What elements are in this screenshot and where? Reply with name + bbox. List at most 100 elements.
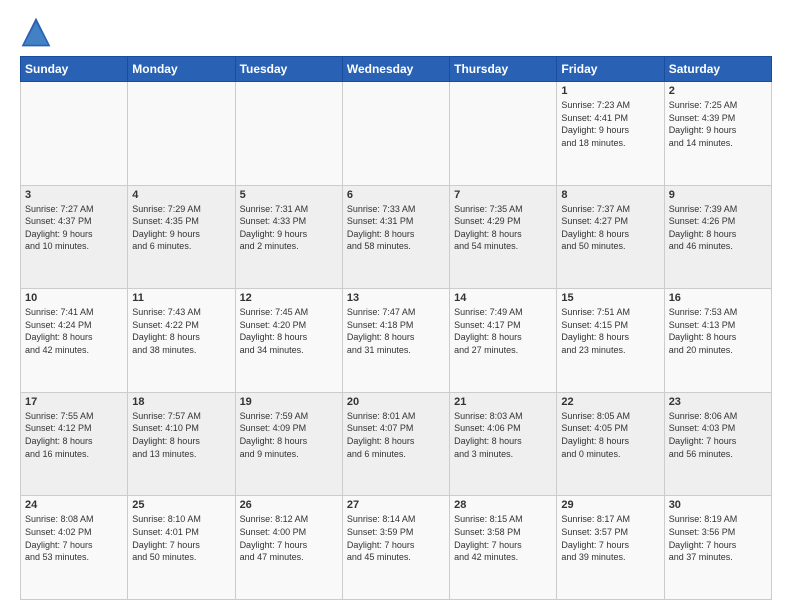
day-info: Sunrise: 7:29 AM Sunset: 4:35 PM Dayligh… <box>132 203 230 253</box>
day-info: Sunrise: 7:59 AM Sunset: 4:09 PM Dayligh… <box>240 410 338 460</box>
day-info: Sunrise: 7:49 AM Sunset: 4:17 PM Dayligh… <box>454 306 552 356</box>
day-number: 6 <box>347 189 445 201</box>
weekday-thursday: Thursday <box>450 57 557 82</box>
day-info: Sunrise: 8:05 AM Sunset: 4:05 PM Dayligh… <box>561 410 659 460</box>
weekday-monday: Monday <box>128 57 235 82</box>
calendar-cell: 2 Sunrise: 7:25 AM Sunset: 4:39 PM Daylig… <box>664 82 771 186</box>
day-number: 28 <box>454 499 552 511</box>
day-number: 18 <box>132 396 230 408</box>
page: SundayMondayTuesdayWednesdayThursdayFrid… <box>0 0 792 612</box>
day-info: Sunrise: 7:31 AM Sunset: 4:33 PM Dayligh… <box>240 203 338 253</box>
day-info: Sunrise: 8:15 AM Sunset: 3:58 PM Dayligh… <box>454 513 552 563</box>
day-info: Sunrise: 7:41 AM Sunset: 4:24 PM Dayligh… <box>25 306 123 356</box>
day-info: Sunrise: 8:12 AM Sunset: 4:00 PM Dayligh… <box>240 513 338 563</box>
day-info: Sunrise: 7:27 AM Sunset: 4:37 PM Dayligh… <box>25 203 123 253</box>
calendar-cell <box>128 82 235 186</box>
day-number: 15 <box>561 292 659 304</box>
day-info: Sunrise: 7:39 AM Sunset: 4:26 PM Dayligh… <box>669 203 767 253</box>
day-info: Sunrise: 7:47 AM Sunset: 4:18 PM Dayligh… <box>347 306 445 356</box>
day-number: 7 <box>454 189 552 201</box>
day-info: Sunrise: 7:43 AM Sunset: 4:22 PM Dayligh… <box>132 306 230 356</box>
day-info: Sunrise: 7:51 AM Sunset: 4:15 PM Dayligh… <box>561 306 659 356</box>
calendar-cell: 29Sunrise: 8:17 AM Sunset: 3:57 PM Dayli… <box>557 496 664 600</box>
day-number: 26 <box>240 499 338 511</box>
day-info: Sunrise: 8:14 AM Sunset: 3:59 PM Dayligh… <box>347 513 445 563</box>
calendar-cell: 6 Sunrise: 7:33 AM Sunset: 4:31 PM Daylig… <box>342 185 449 289</box>
day-info: Sunrise: 8:06 AM Sunset: 4:03 PM Dayligh… <box>669 410 767 460</box>
weekday-tuesday: Tuesday <box>235 57 342 82</box>
calendar-cell: 11 Sunrise: 7:43 AM Sunset: 4:22 PM Dayli… <box>128 289 235 393</box>
calendar-cell: 8 Sunrise: 7:37 AM Sunset: 4:27 PM Daylig… <box>557 185 664 289</box>
calendar-cell: 14Sunrise: 7:49 AM Sunset: 4:17 PM Dayli… <box>450 289 557 393</box>
calendar-cell: 27 Sunrise: 8:14 AM Sunset: 3:59 PM Dayli… <box>342 496 449 600</box>
weekday-wednesday: Wednesday <box>342 57 449 82</box>
week-row-2: 3 Sunrise: 7:27 AM Sunset: 4:37 PM Daylig… <box>21 185 772 289</box>
day-info: Sunrise: 7:25 AM Sunset: 4:39 PM Dayligh… <box>669 99 767 149</box>
calendar-cell <box>235 82 342 186</box>
day-number: 9 <box>669 189 767 201</box>
week-row-5: 24 Sunrise: 8:08 AM Sunset: 4:02 PM Dayli… <box>21 496 772 600</box>
day-info: Sunrise: 7:23 AM Sunset: 4:41 PM Dayligh… <box>561 99 659 149</box>
calendar-cell: 22 Sunrise: 8:05 AM Sunset: 4:05 PM Dayli… <box>557 392 664 496</box>
calendar-cell: 23 Sunrise: 8:06 AM Sunset: 4:03 PM Dayli… <box>664 392 771 496</box>
day-number: 22 <box>561 396 659 408</box>
calendar-cell: 20 Sunrise: 8:01 AM Sunset: 4:07 PM Dayli… <box>342 392 449 496</box>
day-info: Sunrise: 8:08 AM Sunset: 4:02 PM Dayligh… <box>25 513 123 563</box>
weekday-saturday: Saturday <box>664 57 771 82</box>
day-info: Sunrise: 7:57 AM Sunset: 4:10 PM Dayligh… <box>132 410 230 460</box>
day-number: 8 <box>561 189 659 201</box>
calendar-cell: 9 Sunrise: 7:39 AM Sunset: 4:26 PM Daylig… <box>664 185 771 289</box>
day-info: Sunrise: 8:03 AM Sunset: 4:06 PM Dayligh… <box>454 410 552 460</box>
day-info: Sunrise: 8:01 AM Sunset: 4:07 PM Dayligh… <box>347 410 445 460</box>
calendar-cell: 4 Sunrise: 7:29 AM Sunset: 4:35 PM Daylig… <box>128 185 235 289</box>
calendar-cell: 10 Sunrise: 7:41 AM Sunset: 4:24 PM Dayli… <box>21 289 128 393</box>
calendar-cell: 13 Sunrise: 7:47 AM Sunset: 4:18 PM Dayli… <box>342 289 449 393</box>
weekday-header-row: SundayMondayTuesdayWednesdayThursdayFrid… <box>21 57 772 82</box>
calendar-cell: 18 Sunrise: 7:57 AM Sunset: 4:10 PM Dayli… <box>128 392 235 496</box>
day-number: 19 <box>240 396 338 408</box>
logo-icon <box>20 16 52 48</box>
calendar-cell: 28 Sunrise: 8:15 AM Sunset: 3:58 PM Dayli… <box>450 496 557 600</box>
day-number: 12 <box>240 292 338 304</box>
day-number: 4 <box>132 189 230 201</box>
day-number: 27 <box>347 499 445 511</box>
calendar-cell: 15 Sunrise: 7:51 AM Sunset: 4:15 PM Dayli… <box>557 289 664 393</box>
day-number: 1 <box>561 85 659 97</box>
day-number: 10 <box>25 292 123 304</box>
day-number: 3 <box>25 189 123 201</box>
day-number: 23 <box>669 396 767 408</box>
day-info: Sunrise: 7:33 AM Sunset: 4:31 PM Dayligh… <box>347 203 445 253</box>
day-number: 20 <box>347 396 445 408</box>
calendar-cell: 16Sunrise: 7:53 AM Sunset: 4:13 PM Dayli… <box>664 289 771 393</box>
calendar-cell: 12 Sunrise: 7:45 AM Sunset: 4:20 PM Dayli… <box>235 289 342 393</box>
calendar-table: SundayMondayTuesdayWednesdayThursdayFrid… <box>20 56 772 600</box>
day-number: 13 <box>347 292 445 304</box>
day-number: 2 <box>669 85 767 97</box>
week-row-4: 17Sunrise: 7:55 AM Sunset: 4:12 PM Dayli… <box>21 392 772 496</box>
weekday-friday: Friday <box>557 57 664 82</box>
logo <box>20 16 56 48</box>
calendar-cell: 3 Sunrise: 7:27 AM Sunset: 4:37 PM Daylig… <box>21 185 128 289</box>
day-info: Sunrise: 7:37 AM Sunset: 4:27 PM Dayligh… <box>561 203 659 253</box>
day-number: 25 <box>132 499 230 511</box>
day-info: Sunrise: 7:35 AM Sunset: 4:29 PM Dayligh… <box>454 203 552 253</box>
week-row-1: 1 Sunrise: 7:23 AM Sunset: 4:41 PM Daylig… <box>21 82 772 186</box>
calendar-cell: 1 Sunrise: 7:23 AM Sunset: 4:41 PM Daylig… <box>557 82 664 186</box>
calendar-cell: 25Sunrise: 8:10 AM Sunset: 4:01 PM Dayli… <box>128 496 235 600</box>
day-number: 24 <box>25 499 123 511</box>
day-info: Sunrise: 8:19 AM Sunset: 3:56 PM Dayligh… <box>669 513 767 563</box>
calendar-cell: 17Sunrise: 7:55 AM Sunset: 4:12 PM Dayli… <box>21 392 128 496</box>
day-info: Sunrise: 7:45 AM Sunset: 4:20 PM Dayligh… <box>240 306 338 356</box>
day-number: 5 <box>240 189 338 201</box>
calendar-cell: 21Sunrise: 8:03 AM Sunset: 4:06 PM Dayli… <box>450 392 557 496</box>
calendar-cell: 26 Sunrise: 8:12 AM Sunset: 4:00 PM Dayli… <box>235 496 342 600</box>
week-row-3: 10 Sunrise: 7:41 AM Sunset: 4:24 PM Dayli… <box>21 289 772 393</box>
calendar-cell: 5 Sunrise: 7:31 AM Sunset: 4:33 PM Daylig… <box>235 185 342 289</box>
calendar-cell: 24 Sunrise: 8:08 AM Sunset: 4:02 PM Dayli… <box>21 496 128 600</box>
calendar-cell: 19 Sunrise: 7:59 AM Sunset: 4:09 PM Dayli… <box>235 392 342 496</box>
calendar-cell: 30Sunrise: 8:19 AM Sunset: 3:56 PM Dayli… <box>664 496 771 600</box>
calendar-cell <box>342 82 449 186</box>
day-number: 16 <box>669 292 767 304</box>
header <box>20 16 772 48</box>
day-number: 11 <box>132 292 230 304</box>
